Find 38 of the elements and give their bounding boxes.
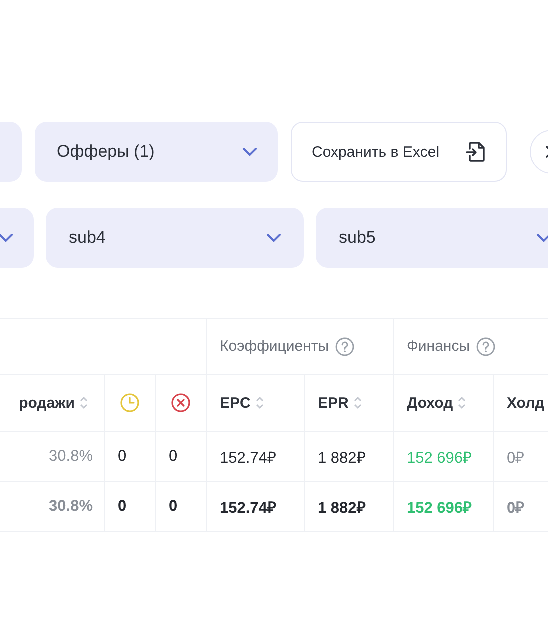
sub-dropdown[interactable]: sub4 (46, 208, 304, 268)
total-cell-text: 1 882₽ (318, 498, 366, 518)
cancel-circle-icon (171, 393, 191, 413)
sub-dropdown[interactable]: sub5 (316, 208, 548, 268)
table-cell-text: 152.74₽ (220, 448, 276, 468)
column-header: EPR (318, 394, 349, 412)
help-icon[interactable] (476, 336, 496, 356)
sort-icon[interactable] (80, 396, 88, 410)
column-header: Доход (407, 394, 454, 412)
sort-icon[interactable] (256, 396, 264, 410)
table-cell: 0 (118, 448, 127, 466)
chevron-down-icon (266, 233, 282, 243)
table-cell-text: 0₽ (507, 448, 525, 468)
sort-icon[interactable] (458, 396, 466, 410)
table-cell-text: 1 882₽ (318, 448, 366, 468)
table-cell: 0 (169, 448, 178, 466)
total-cell: 30.8% (49, 498, 93, 516)
total-cell: 0 (118, 498, 127, 516)
sort-icon[interactable] (354, 396, 362, 410)
group-header: Финансы (407, 338, 470, 355)
offers-dropdown[interactable]: Офферы (1) (35, 122, 278, 182)
total-cell-text: 152 696₽ (407, 498, 472, 518)
column-header: Холд (507, 394, 545, 412)
total-cell: 0 (169, 498, 178, 516)
export-excel-button[interactable]: Сохранить в Excel (291, 122, 507, 182)
group-header: Коэффициенты (220, 338, 330, 355)
help-icon[interactable] (335, 336, 356, 356)
chevron-down-icon (0, 233, 14, 243)
clock-icon (120, 393, 140, 413)
chevron-down-icon (536, 233, 548, 243)
total-cell-text: 152.74₽ (220, 498, 276, 518)
table-cell-text: 152 696₽ (407, 448, 472, 468)
column-header: родажи (19, 394, 75, 412)
chevron-down-icon (242, 147, 258, 157)
file-export-icon (466, 141, 486, 163)
table-cell: 30.8% (49, 448, 93, 466)
column-header: EPC (220, 394, 251, 412)
total-cell-text: 0₽ (507, 498, 525, 518)
